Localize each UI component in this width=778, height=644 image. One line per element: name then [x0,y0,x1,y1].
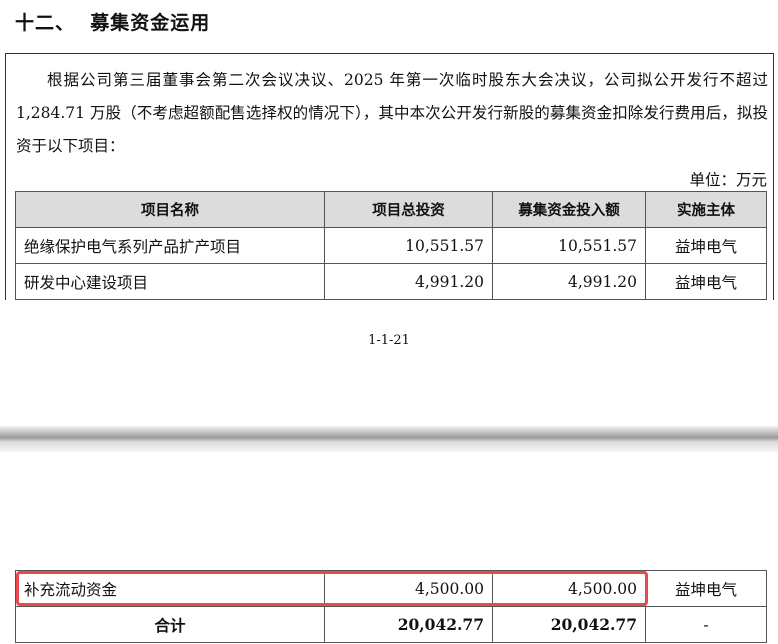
page-separator [0,426,778,452]
total-row: 合计 20,042.77 20,042.77 - [15,606,767,643]
entity-sum-cell: - [645,606,767,643]
total-investment-cell: 10,551.57 [324,227,493,264]
header-project-name: 项目名称 [15,191,325,228]
table-row: 补充流动资金 4,500.00 4,500.00 益坤电气 [15,570,767,607]
total-investment-cell: 4,991.20 [324,263,493,300]
raised-funds-cell: 4,500.00 [492,570,646,607]
unit-label: 单位：万元 [689,171,767,189]
raised-funds-cell: 10,551.57 [492,227,646,264]
total-label-cell: 合计 [15,606,325,643]
raised-funds-cell: 4,991.20 [492,263,646,300]
table-row: 绝缘保护电气系列产品扩产项目 10,551.57 10,551.57 益坤电气 [15,227,767,264]
header-implementing-entity: 实施主体 [645,191,767,228]
fund-usage-table: 项目名称 项目总投资 募集资金投入额 实施主体 绝缘保护电气系列产品扩产项目 1… [15,191,767,300]
entity-cell: 益坤电气 [645,263,767,300]
table-header-row: 项目名称 项目总投资 募集资金投入额 实施主体 [15,191,767,228]
project-name-cell: 研发中心建设项目 [15,263,325,300]
entity-cell: 益坤电气 [645,227,767,264]
total-investment-sum-cell: 20,042.77 [324,606,493,643]
total-investment-cell: 4,500.00 [324,570,493,607]
page-number: 1-1-21 [368,333,410,348]
header-raised-funds: 募集资金投入额 [492,191,646,228]
intro-paragraph: 根据公司第三届董事会第二次会议决议、2025 年第一次临时股东大会决议，公司拟公… [16,71,768,155]
header-total-investment: 项目总投资 [324,191,493,228]
project-name-cell: 绝缘保护电气系列产品扩产项目 [15,227,325,264]
entity-cell: 益坤电气 [645,570,767,607]
section-heading: 十二、 募集资金运用 [15,12,211,34]
project-name-cell: 补充流动资金 [15,570,325,607]
raised-funds-sum-cell: 20,042.77 [492,606,646,643]
fund-usage-table-continued: 补充流动资金 4,500.00 4,500.00 益坤电气 合计 20,042.… [15,570,767,643]
table-row: 研发中心建设项目 4,991.20 4,991.20 益坤电气 [15,263,767,300]
